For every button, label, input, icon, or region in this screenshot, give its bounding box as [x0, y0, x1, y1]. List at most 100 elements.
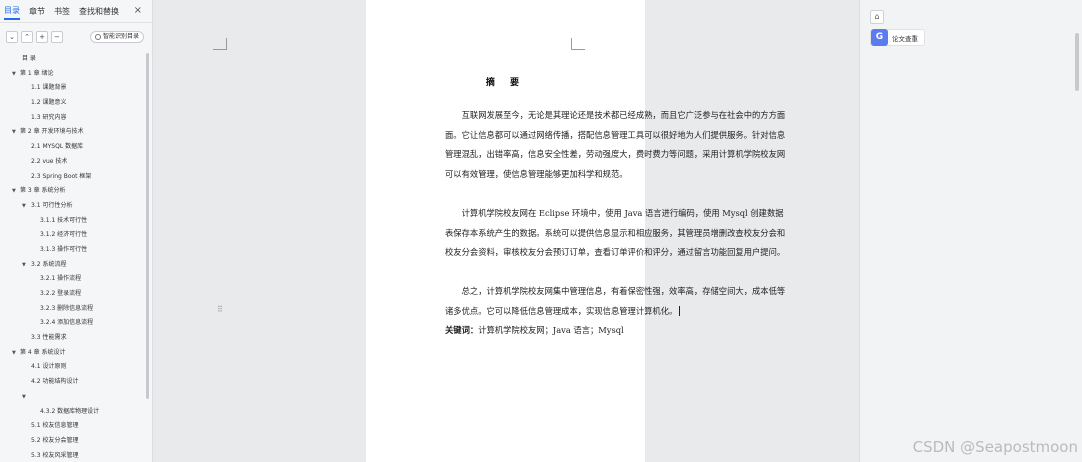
document-area: 摘 要 互联网发展至今，无论是其理论还是技术都已经成熟，而且它广泛参与在社会中的… [153, 0, 859, 462]
collapse-icon[interactable]: ⌄ [6, 30, 18, 43]
chevron-down-icon[interactable]: ▼ [12, 125, 16, 140]
toc-item[interactable]: 3.2.3 删除信息流程 [0, 302, 148, 317]
plagiarism-check-icon: G [871, 29, 888, 46]
smart-icon [94, 33, 101, 40]
toc-item-label: 目 录 [22, 55, 36, 62]
chevron-down-icon[interactable]: ▼ [22, 199, 26, 214]
toc-item[interactable]: 5.1 校友信息管理 [0, 419, 148, 434]
toc-item-label: 4.2 功能结构设计 [31, 378, 79, 386]
toc-item-label: 3.1 可行性分析 [31, 201, 73, 209]
nav-tabs: 目录 章节 书签 查找和替换 × [4, 4, 146, 20]
toc-item-label: 3.2.1 操作流程 [40, 275, 82, 283]
toc-item-label: 第 3 章 系统分析 [20, 187, 66, 195]
toc-item-label: 5.3 校友风采管理 [31, 451, 79, 459]
toc-item[interactable]: 5.2 校友分会管理 [0, 434, 148, 449]
right-scrollbar[interactable] [1075, 33, 1079, 91]
keywords-label: 关键词： [445, 325, 479, 335]
toc-item[interactable]: ▼ 第 2 章 开发环境与技术 [0, 125, 148, 140]
text-cursor [679, 306, 681, 316]
keywords-text: 计算机学院校友网；Java 语言；Mysql [478, 325, 624, 335]
toc-item-label: 3.2 系统流程 [31, 260, 67, 268]
chevron-down-icon[interactable]: ▼ [12, 184, 16, 199]
home-icon[interactable]: ⌂ [870, 10, 884, 24]
chevron-down-icon[interactable]: ▼ [12, 346, 16, 361]
toc-item[interactable]: ▼ 第 1 章 绪论 [0, 67, 148, 82]
toc-scrollbar[interactable] [146, 53, 149, 399]
toc-item-label: 第 1 章 绪论 [20, 69, 54, 77]
toc-item[interactable]: 5.3 校友风采管理 [0, 449, 148, 462]
toc-toolbar: ⌄ ⌃ + − 智能识别目录 [6, 30, 144, 43]
toc-item[interactable]: ▼ 第 4 章 系统设计 [0, 346, 148, 361]
page-title: 摘 要 [485, 78, 526, 88]
abstract-paragraph-2: 计算机学院校友网在 Eclipse 环境中，使用 Java 语言进行编码，使用 … [445, 208, 786, 257]
smart-toc-button[interactable]: 智能识别目录 [89, 30, 144, 43]
toc-item[interactable]: 2.2 vue 技术 [0, 155, 148, 170]
toc-item-label: 3.2.2 登录流程 [40, 290, 82, 297]
abstract-paragraph-3-text: 总之，计算机学院校友网集中管理信息，有着保密性强，效率高，存储空间大，成本低等诸… [445, 286, 786, 316]
toc-item-label: 3.1.3 操作可行性 [40, 245, 88, 253]
expand-icon[interactable]: ⌃ [21, 30, 33, 43]
toc-item[interactable]: 1.3 研究内容 [0, 111, 148, 126]
toc-item-label: 5.1 校友信息管理 [31, 422, 79, 430]
chevron-down-icon[interactable]: ▼ [22, 390, 26, 405]
toc-item-label: 4.1 设计原则 [31, 363, 67, 371]
toc-item-label: 3.1.2 经济可行性 [40, 231, 88, 239]
keywords-line: 关键词：计算机学院校友网；Java 语言；Mysql [445, 321, 790, 341]
toc-item[interactable]: 2.3 Spring Boot 框架 [0, 170, 148, 185]
document-page[interactable]: 摘 要 互联网发展至今，无论是其理论还是技术都已经成熟，而且它广泛参与在社会中的… [366, 0, 785, 462]
toc-item-label: 1.1 课题背景 [31, 84, 67, 92]
toc-list: 目 录 ▼ 第 1 章 绪论 1.1 课题背景 1.2 课题意义 1.3 研究内容 ▼ 第 2… [0, 52, 148, 462]
toc-item-label: 3.3 性能需求 [31, 334, 67, 342]
right-sidebar: ⌂ G 论文查重 CSDN @Seapostmoon [859, 0, 1082, 462]
toc-item-label: 2.1 MYSQL 数据库 [31, 143, 84, 151]
toc-item-label: 1.3 研究内容 [31, 113, 67, 121]
toc-item[interactable]: 3.2.1 操作流程 [0, 272, 148, 287]
tab-divider [0, 22, 152, 23]
toc-item-label: 2.2 vue 技术 [31, 157, 68, 165]
toc-item-label: 4.3.2 数据库物理设计 [40, 407, 100, 415]
tab-toc[interactable]: 目录 [4, 4, 20, 20]
toc-item[interactable]: 4.2 功能结构设计 [0, 375, 148, 390]
toc-item-label: 5.2 校友分会管理 [31, 436, 79, 444]
toc-item-label: 第 2 章 开发环境与技术 [20, 128, 84, 136]
drag-handle-icon[interactable]: ⠿ [217, 305, 223, 314]
toc-item[interactable]: 3.1.2 经济可行性 [0, 228, 148, 243]
chevron-down-icon[interactable]: ▼ [22, 258, 26, 273]
toc-item[interactable]: ▼ 第 3 章 系统分析 [0, 184, 148, 199]
tab-find-replace[interactable]: 查找和替换 [79, 5, 119, 19]
toc-item[interactable]: 3.1.1 技术可行性 [0, 214, 148, 229]
navigation-panel: 目录 章节 书签 查找和替换 × ⌄ ⌃ + − 智能识别目录 目 录 ▼ 第 1 … [0, 0, 153, 462]
tab-bookmarks[interactable]: 书签 [54, 5, 70, 19]
toc-item[interactable]: 3.3 性能需求 [0, 331, 148, 346]
abstract-paragraph-1: 互联网发展至今，无论是其理论还是技术都已经成熟，而且它广泛参与在社会中的方方面面… [445, 110, 786, 179]
toc-item[interactable]: 1.1 课题背景 [0, 81, 148, 96]
toc-item[interactable]: ▼ [0, 390, 148, 405]
toc-item[interactable]: 1.2 课题意义 [0, 96, 148, 111]
toc-item[interactable]: 3.2.2 登录流程 [0, 287, 148, 302]
remove-icon[interactable]: − [51, 30, 63, 43]
toc-item-label: 3.1.1 技术可行性 [40, 216, 88, 224]
toc-item[interactable]: 2.1 MYSQL 数据库 [0, 140, 148, 155]
plagiarism-check-label: 论文查重 [892, 34, 918, 43]
toc-item[interactable]: 4.3.2 数据库物理设计 [0, 405, 148, 420]
toc-item[interactable]: 目 录 [0, 52, 148, 67]
toc-item-label: 2.3 Spring Boot 框架 [31, 172, 92, 180]
toc-item-label: 3.2.3 删除信息流程 [40, 304, 94, 312]
toc-item[interactable]: ▼ 3.2 系统流程 [0, 258, 148, 273]
tab-chapters[interactable]: 章节 [29, 5, 45, 19]
toc-item-label: 第 4 章 系统设计 [20, 348, 66, 356]
watermark: CSDN @Seapostmoon [912, 438, 1078, 456]
chevron-down-icon[interactable]: ▼ [12, 67, 16, 82]
toc-item-label: 1.2 课题意义 [31, 99, 67, 107]
toc-item[interactable]: 3.2.4 添加信息流程 [0, 316, 148, 331]
toc-item[interactable]: ▼ 3.1 可行性分析 [0, 199, 148, 214]
close-icon[interactable]: × [134, 4, 142, 18]
toc-item-label: 3.2.4 添加信息流程 [40, 319, 94, 327]
page-corner-top-left [213, 38, 227, 50]
plagiarism-check-button[interactable]: G 论文查重 [870, 29, 925, 46]
abstract-paragraph-3: 总之，计算机学院校友网集中管理信息，有着保密性强，效率高，存储空间大，成本低等诸… [445, 282, 790, 321]
toc-item[interactable]: 3.1.3 操作可行性 [0, 243, 148, 258]
add-icon[interactable]: + [36, 30, 48, 43]
smart-toc-label: 智能识别目录 [102, 32, 139, 40]
toc-item[interactable]: 4.1 设计原则 [0, 360, 148, 375]
